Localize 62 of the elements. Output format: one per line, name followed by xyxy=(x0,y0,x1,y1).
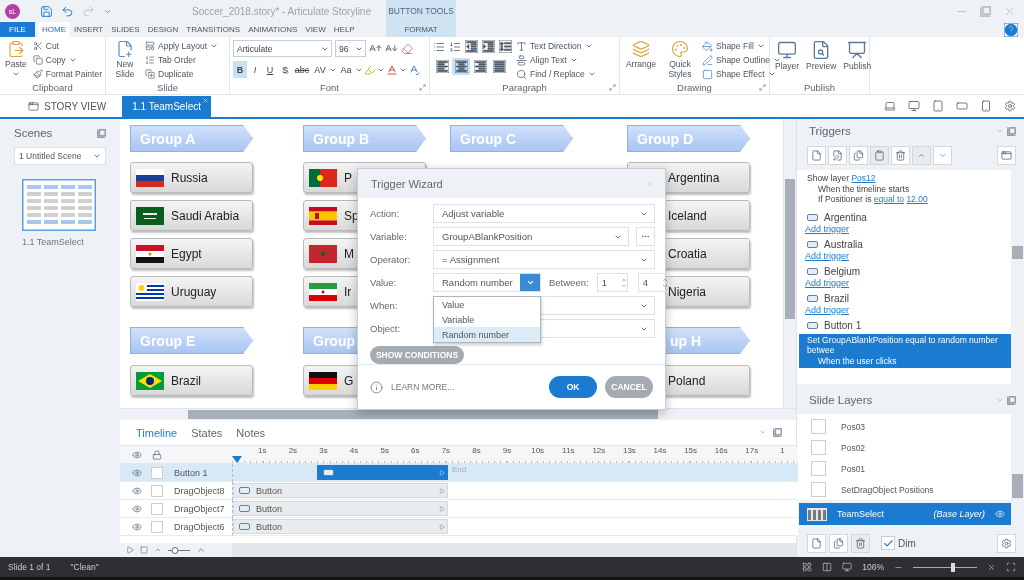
ruler-label: 7s xyxy=(440,446,452,455)
layer-name: Pos03 xyxy=(841,421,866,432)
ruler-label: 1s xyxy=(257,446,268,455)
group-header: Group B xyxy=(303,125,426,152)
group-label: Paragraph xyxy=(502,82,547,93)
group-label: Publish xyxy=(803,82,836,93)
slide-label: 1.1 TeamSelect xyxy=(22,237,85,247)
ruler-label: 1 xyxy=(779,446,786,455)
panel-title: Scenes xyxy=(14,127,53,139)
window-title: Soccer_2018.story* - Articulate Storyline xyxy=(192,5,371,17)
ruler-label: 14s xyxy=(652,446,668,455)
panel-title: Slide Layers xyxy=(809,394,873,406)
layer-note: (Base Layer) xyxy=(933,509,985,519)
dialog-title: Trigger Wizard xyxy=(371,177,443,190)
trigger-text: Show layer Pos12 xyxy=(807,173,877,184)
group-label: Font xyxy=(320,82,339,93)
ruler-label: 4s xyxy=(348,446,360,455)
object-name: Brazil xyxy=(824,292,849,304)
ruler-label: 2s xyxy=(287,446,299,455)
ruler-label: 5s xyxy=(379,446,390,455)
trigger-text: When the timeline starts xyxy=(817,183,911,194)
layer-name: TeamSelect xyxy=(837,509,885,519)
context-header: BUTTON TOOLS xyxy=(386,0,456,22)
field-label: Operator: xyxy=(370,254,412,265)
trigger-text: If Positioner is equal to 12.00 xyxy=(817,194,929,205)
slide-count: Slide 1 of 1 xyxy=(8,562,51,572)
ruler-label: 3s xyxy=(318,446,329,455)
group-label: Drawing xyxy=(677,82,712,93)
group-label: Slide xyxy=(156,82,179,93)
object-name: Argentina xyxy=(824,211,867,223)
ruler-label: 8s xyxy=(471,446,482,455)
field-label: Between: xyxy=(549,277,589,288)
ruler-label: 12s xyxy=(591,446,607,455)
ruler-label: 6s xyxy=(410,446,421,455)
zoom-reading: 106% xyxy=(862,562,884,572)
group-header: Group A xyxy=(130,125,253,152)
theme-name: "Clean" xyxy=(70,562,99,572)
panel-title: Triggers xyxy=(809,125,851,137)
trigger-text: Set GroupABlankPosition equal to random number betwee xyxy=(807,334,999,356)
ruler-label: 15s xyxy=(683,446,699,455)
object-name: Button 1 xyxy=(824,319,862,331)
trigger-text: When the user clicks xyxy=(817,355,898,366)
object-name: Belgium xyxy=(824,265,861,277)
field-label: Action: xyxy=(370,208,401,219)
group-header: Group C xyxy=(450,125,573,152)
ruler-label: 11s xyxy=(561,446,576,455)
layer-name: SetDragObject Positions xyxy=(841,484,934,495)
ruler-label: 10s xyxy=(530,446,546,455)
field-label: Variable: xyxy=(370,231,408,242)
ruler-label: 17s xyxy=(744,446,760,455)
ruler-label: 16s xyxy=(713,446,729,455)
checkbox-label: Dim xyxy=(898,537,916,549)
layer-name: Pos02 xyxy=(841,442,866,453)
field-label: Value: xyxy=(370,277,398,288)
group-label: Clipboard xyxy=(32,82,73,93)
group-header: Group D xyxy=(627,125,750,152)
group-header: Group E xyxy=(130,327,253,354)
field-label: When: xyxy=(370,300,399,311)
layer-name: Pos01 xyxy=(841,463,866,474)
ruler-label: 9s xyxy=(501,446,513,455)
ruler-label: 13s xyxy=(621,446,637,455)
object-name: Australia xyxy=(824,238,863,250)
